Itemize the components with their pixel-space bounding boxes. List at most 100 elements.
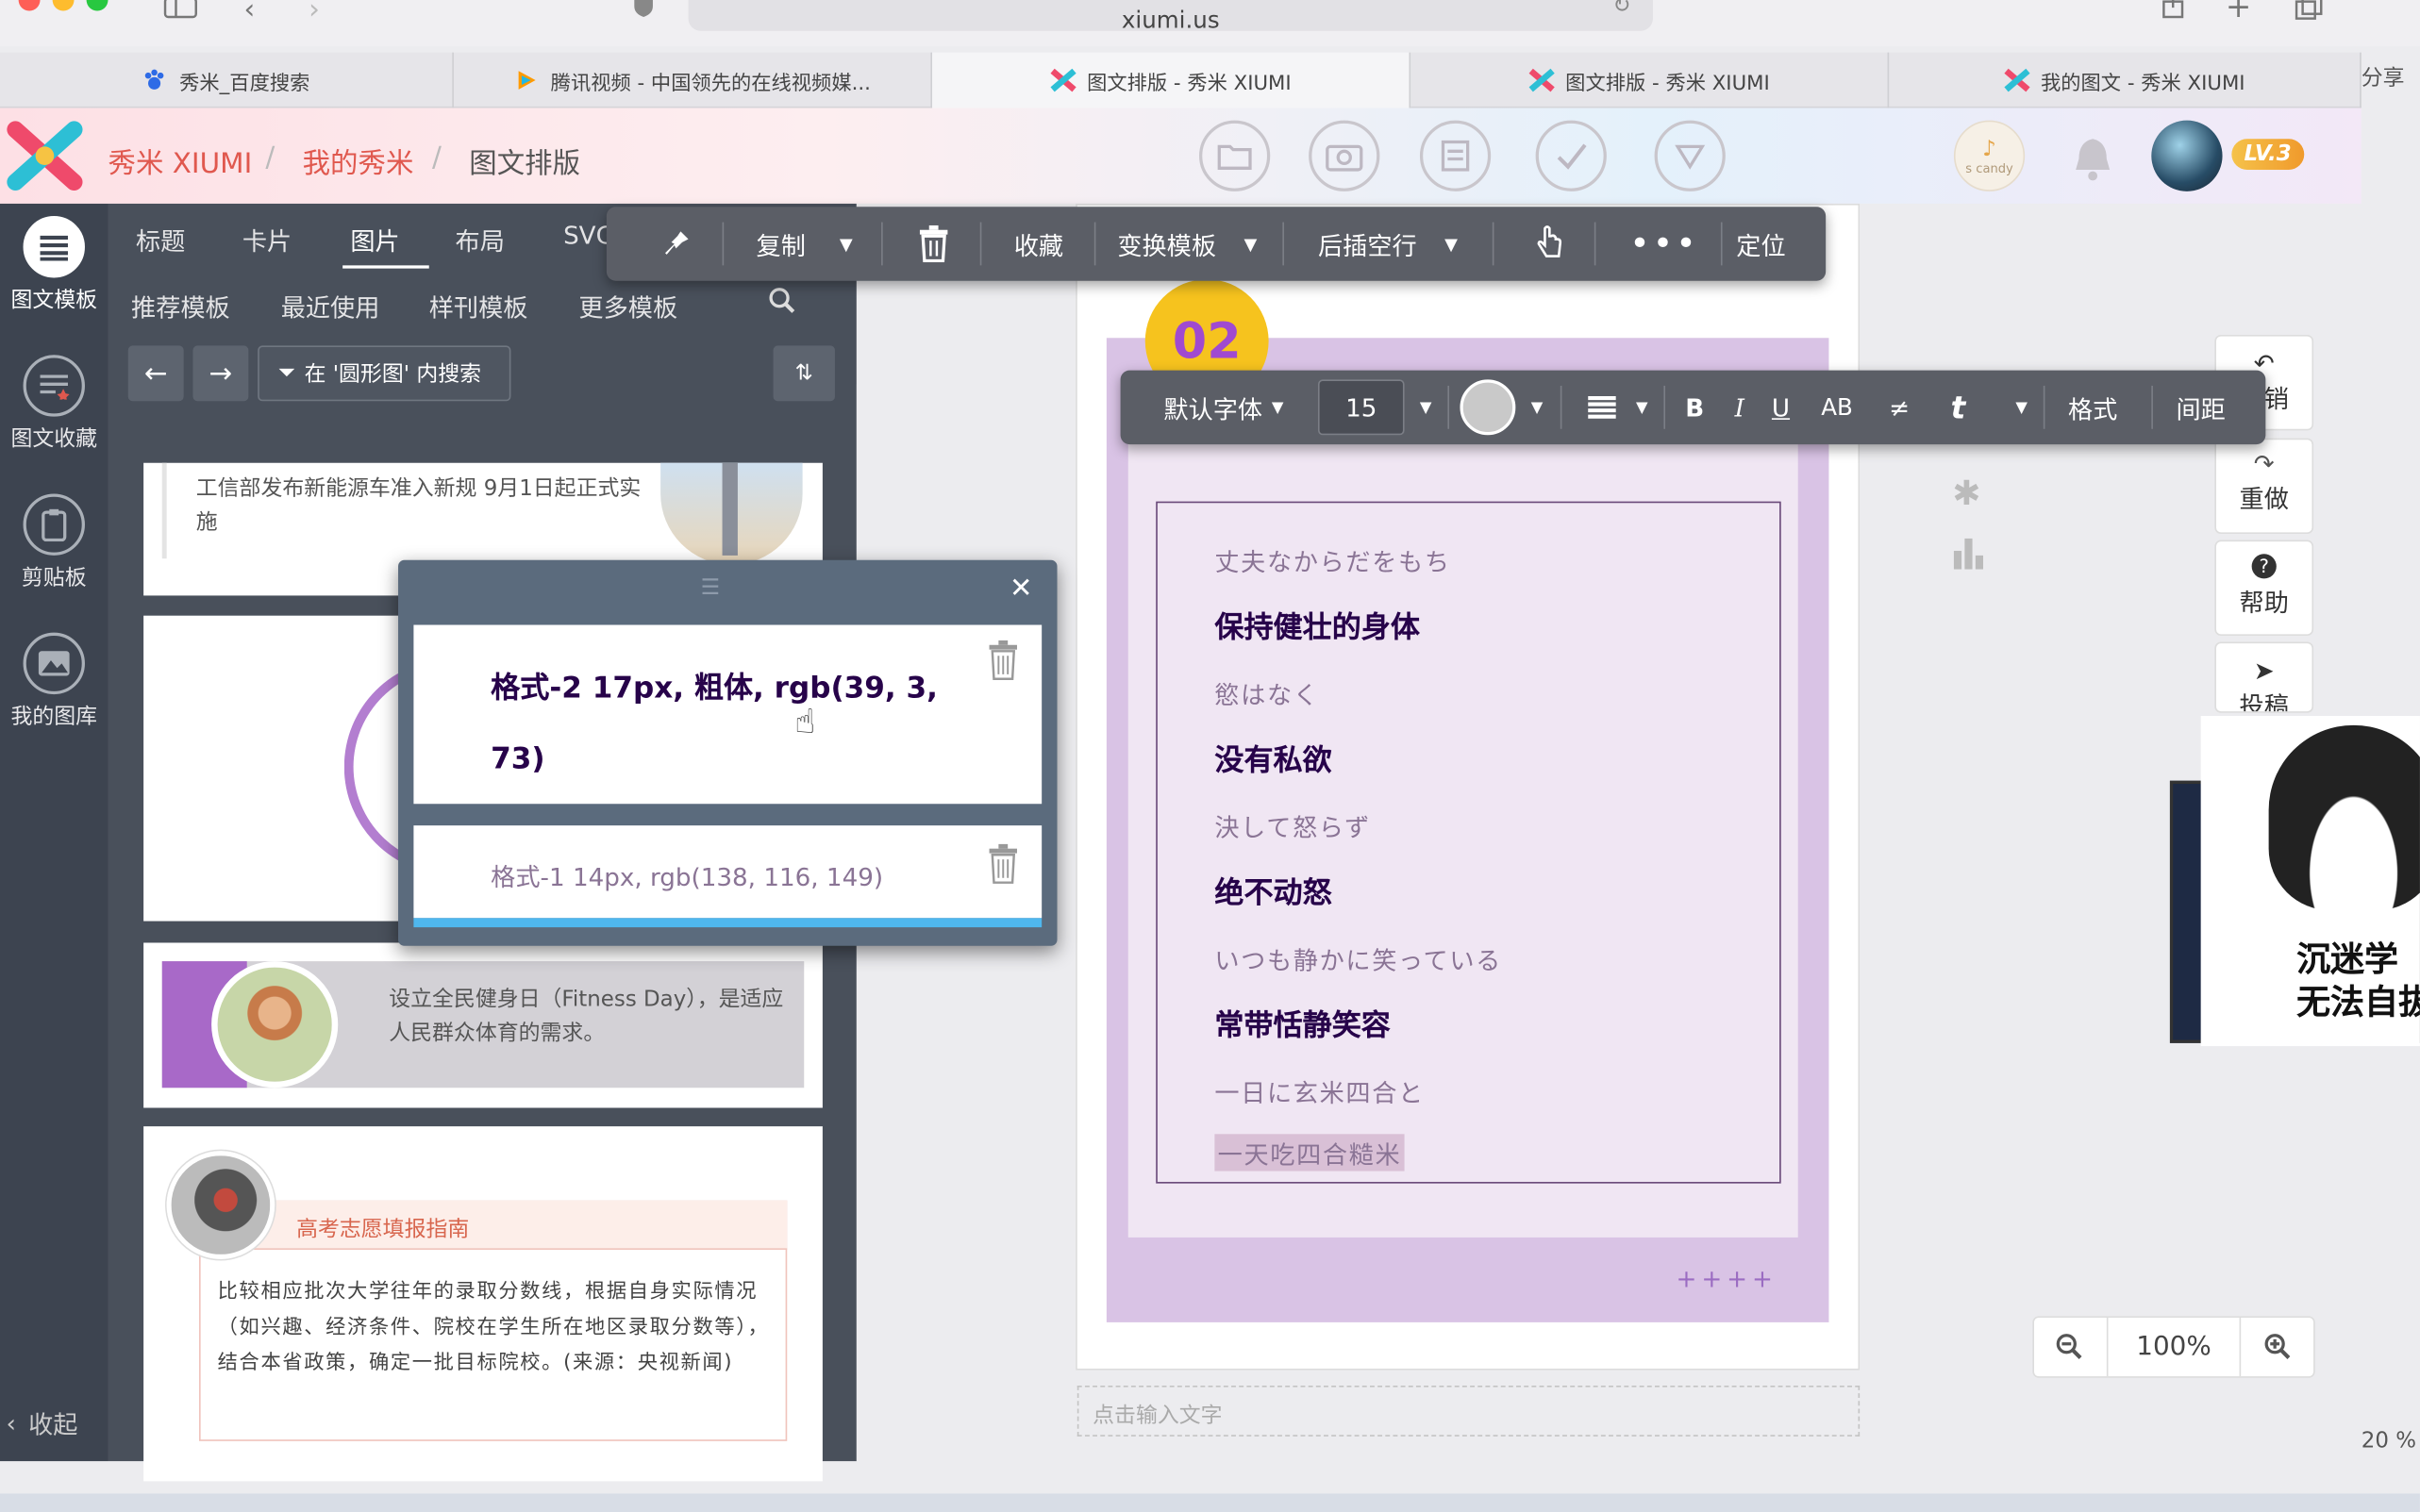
help-button[interactable]: ? 帮助: [2214, 540, 2314, 636]
poem-line-zh[interactable]: 没有私欲: [1214, 738, 1331, 779]
text-input-field[interactable]: 点击输入文字: [1076, 1385, 1861, 1437]
insert-blank-button[interactable]: 后插空行 ▼: [1318, 207, 1458, 281]
poem-line-zh[interactable]: 绝不动怒: [1214, 871, 1331, 912]
tab-baidu[interactable]: 秀米_百度搜索: [0, 52, 454, 108]
reload-icon[interactable]: ↻: [1612, 0, 1630, 19]
sidebar-item-clipboard[interactable]: 剪贴板: [0, 493, 108, 592]
submit-button[interactable]: ➤ 投稿: [2214, 641, 2314, 713]
zoom-window-button[interactable]: [86, 0, 108, 11]
sidebar-item-templates[interactable]: 图文模板: [0, 216, 108, 315]
sort-icon[interactable]: ⇅: [773, 345, 835, 402]
caret-down-icon[interactable]: ▼: [1636, 371, 1648, 445]
minimize-window-button[interactable]: [52, 0, 75, 11]
address-bar[interactable]: xiumi.us: [688, 0, 1653, 34]
zoom-value[interactable]: 100%: [2108, 1318, 2240, 1376]
poem-line-jp[interactable]: 一日に玄米四合と: [1214, 1072, 1424, 1109]
switch-template-button[interactable]: 变换模板 ▼: [1117, 207, 1257, 281]
collect-button[interactable]: 收藏: [1014, 207, 1063, 281]
share-icon[interactable]: [2161, 0, 2185, 19]
bar-chart-icon[interactable]: [1952, 536, 1986, 570]
font-family-select[interactable]: 默认字体 ▼: [1163, 371, 1283, 445]
brand-link[interactable]: 秀米 XIUMI: [108, 141, 253, 182]
poem-line-jp[interactable]: 慾はなく: [1214, 674, 1319, 711]
format-button[interactable]: 格式: [2068, 371, 2117, 445]
copy-button[interactable]: 复制 ▼: [757, 207, 853, 281]
subtab-more[interactable]: 更多模板: [578, 287, 677, 324]
scope-search-filter[interactable]: ⏷ 在 '圆形图' 内搜索: [258, 345, 511, 402]
forward-arrow-icon[interactable]: ›: [309, 0, 320, 26]
zoom-out-icon[interactable]: [2034, 1317, 2109, 1377]
search-icon[interactable]: [769, 287, 796, 314]
tab-tencent-video[interactable]: 腾讯视频 - 中国领先的在线视频媒...: [454, 52, 933, 108]
template-card-fitness[interactable]: 设立全民健身日（Fitness Day），是适应人民群众体育的需求。: [143, 942, 823, 1108]
close-icon[interactable]: ✕: [1010, 573, 1033, 605]
caret-down-icon[interactable]: ▼: [2015, 371, 2028, 445]
italic-button[interactable]: I: [1735, 371, 1744, 445]
pin-icon[interactable]: [662, 207, 690, 281]
dropdown-triangle-icon[interactable]: [1654, 120, 1726, 191]
sidebar-toggle-icon[interactable]: [163, 0, 197, 19]
text-color-swatch[interactable]: [1460, 379, 1516, 436]
hand-pointer-icon[interactable]: [1532, 207, 1566, 281]
tab-xiumi-2[interactable]: 图文排版 - 秀米 XIUMI: [1410, 52, 1890, 108]
trash-icon[interactable]: [918, 207, 949, 281]
asterisk-icon[interactable]: ✱: [1952, 475, 1980, 514]
clear-format-icon[interactable]: ≠: [1889, 371, 1910, 445]
underline-button[interactable]: U: [1772, 371, 1790, 445]
tab-card[interactable]: 卡片: [242, 221, 292, 258]
xiumi-logo[interactable]: [7, 121, 84, 191]
subtab-recommended[interactable]: 推荐模板: [131, 287, 230, 324]
check-icon[interactable]: [1535, 120, 1607, 191]
camera-gallery-icon[interactable]: [1309, 120, 1380, 191]
tab-xiumi-active[interactable]: 图文排版 - 秀米 XIUMI: [932, 52, 1411, 108]
style-item-1[interactable]: 格式-1 14px, rgb(138, 116, 149): [413, 825, 1043, 919]
more-icon[interactable]: •••: [1629, 207, 1699, 281]
poem-line-selected[interactable]: 一天吃四合糙米: [1214, 1134, 1405, 1171]
bell-icon[interactable]: [2071, 136, 2114, 182]
tab-image[interactable]: 图片: [350, 221, 399, 258]
share-label[interactable]: 分享: [2362, 61, 2405, 92]
tab-xiumi-mine[interactable]: 我的图文 - 秀米 XIUMI: [1889, 52, 2362, 108]
tab-title[interactable]: 标题: [136, 221, 185, 258]
folder-icon[interactable]: [1199, 120, 1271, 191]
breadcrumb-my-xiumi[interactable]: 我的秀米: [303, 141, 414, 182]
tab-layout[interactable]: 布局: [456, 221, 505, 258]
sidebar-item-favorites[interactable]: 图文收藏: [0, 355, 108, 454]
bold-button[interactable]: B: [1685, 371, 1704, 445]
figure-icon: ♪: [1982, 136, 1996, 161]
user-avatar-small[interactable]: ♪ s candy: [1953, 120, 2026, 191]
next-arrow-icon[interactable]: →: [192, 345, 249, 402]
text-effect-icon[interactable]: t: [1951, 371, 1966, 445]
sidebar-item-gallery[interactable]: 我的图库: [0, 632, 108, 732]
prev-arrow-icon[interactable]: ←: [127, 345, 184, 402]
poem-line-jp[interactable]: 丈夫なからだをもち: [1214, 541, 1450, 578]
poem-line-zh[interactable]: 保持健壮的身体: [1214, 605, 1420, 646]
align-icon[interactable]: [1587, 371, 1618, 445]
trash-icon[interactable]: [988, 843, 1019, 885]
poem-line-jp[interactable]: 決して怒らず: [1214, 807, 1371, 844]
tab-overview-icon[interactable]: [2295, 0, 2323, 20]
trash-icon[interactable]: [988, 640, 1019, 681]
caret-down-icon[interactable]: ▼: [1531, 371, 1544, 445]
subtab-sample[interactable]: 样刊模板: [429, 287, 528, 324]
caret-down-icon[interactable]: ▼: [1420, 371, 1432, 445]
collapse-button[interactable]: ‹ 收起: [7, 1404, 78, 1441]
zoom-in-icon[interactable]: [2239, 1317, 2313, 1377]
locate-button[interactable]: 定位: [1736, 207, 1785, 281]
print-icon[interactable]: [1419, 120, 1492, 191]
subtab-recent[interactable]: 最近使用: [281, 287, 380, 324]
close-window-button[interactable]: [18, 0, 41, 11]
template-card-guide[interactable]: 高考志愿填报指南 比较相应批次大学往年的录取分数线，根据自身实际情况（如兴趣、经…: [143, 1126, 823, 1482]
poem-text-box[interactable]: 丈夫なからだをもち 保持健壮的身体 慾はなく 没有私欲 決して怒らず 绝不动怒 …: [1156, 501, 1781, 1184]
font-size-input[interactable]: 15: [1317, 379, 1405, 436]
back-arrow-icon[interactable]: ‹: [243, 0, 255, 26]
style-item-2[interactable]: 格式-2 17px, 粗体, rgb(39, 3, 73): [413, 624, 1043, 805]
drag-handle-icon[interactable]: ☰: [701, 575, 721, 600]
new-tab-icon[interactable]: +: [2226, 0, 2251, 25]
poem-line-jp[interactable]: いつも静かに笑っている: [1214, 939, 1502, 976]
redo-button[interactable]: ↷ 重做: [2214, 438, 2314, 534]
uppercase-button[interactable]: AB: [1821, 371, 1853, 445]
poem-line-zh[interactable]: 常带恬静笑容: [1214, 1003, 1391, 1044]
spacing-button[interactable]: 间距: [2176, 371, 2225, 445]
user-avatar[interactable]: [2151, 120, 2223, 191]
